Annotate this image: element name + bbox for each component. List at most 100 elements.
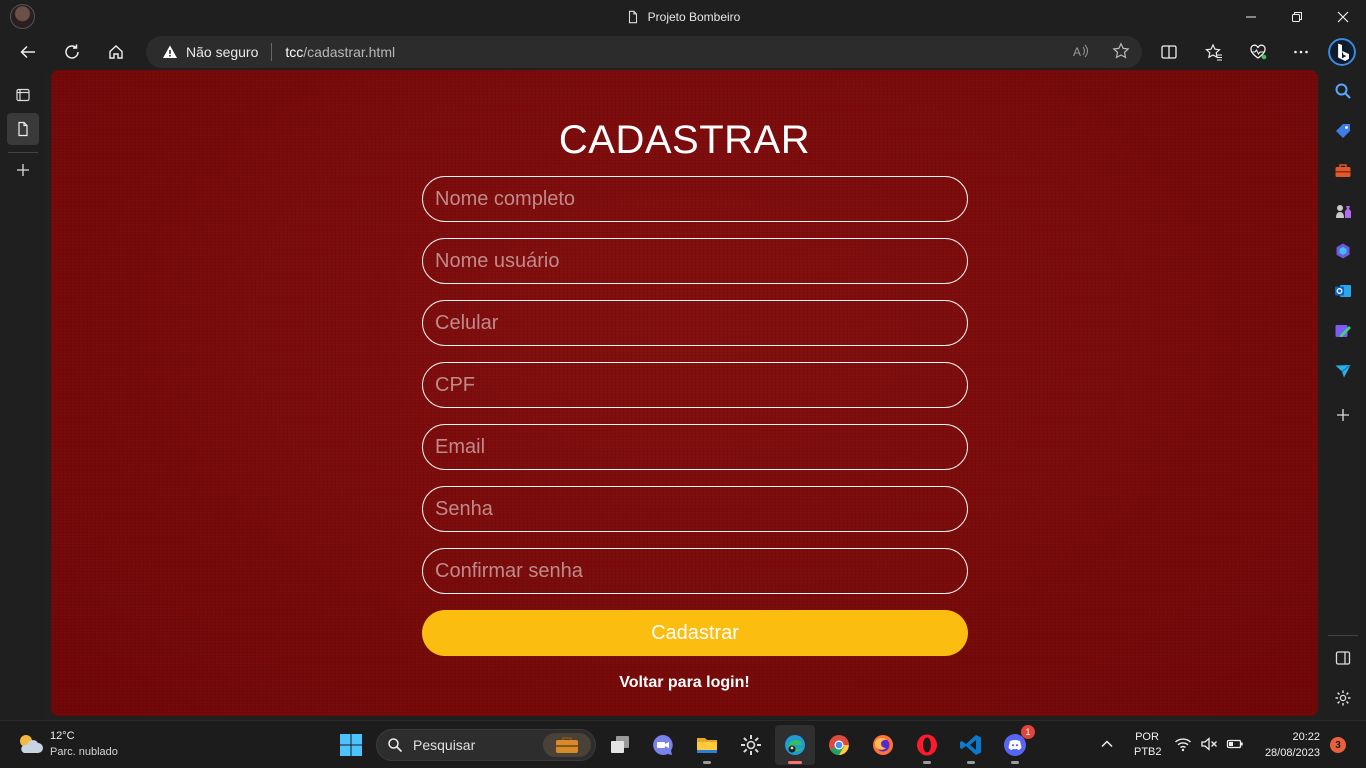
more-dots-icon <box>1294 50 1308 54</box>
tag-icon <box>1336 124 1350 138</box>
celular-input[interactable] <box>422 300 968 346</box>
weather-description[interactable]: Parc. nublado <box>50 746 118 758</box>
language-indicator[interactable]: POR PTB2 <box>1134 730 1162 760</box>
search-icon <box>388 738 403 753</box>
firefox-app[interactable] <box>863 725 903 765</box>
refresh-button[interactable] <box>56 36 88 68</box>
search-placeholder: Pesquisar <box>413 737 476 753</box>
clock-time: 20:22 <box>1292 731 1320 743</box>
search-highlight[interactable] <box>543 733 591 757</box>
file-explorer-app[interactable] <box>687 725 727 765</box>
read-aloud-icon[interactable]: A <box>1072 42 1090 60</box>
window-title-area: Projeto Bombeiro <box>0 0 1366 34</box>
warning-icon[interactable] <box>162 44 178 60</box>
home-button[interactable] <box>100 36 132 68</box>
edge-app[interactable] <box>775 725 815 765</box>
opera-icon <box>917 734 937 756</box>
minimize-icon <box>1246 16 1256 18</box>
edge-browser-icon <box>785 735 805 755</box>
folder-icon <box>697 738 717 753</box>
nome-completo-input[interactable] <box>422 176 968 222</box>
nome-usuario-input[interactable] <box>422 238 968 284</box>
chrome-app[interactable] <box>819 725 859 765</box>
cadastrar-button[interactable]: Cadastrar <box>422 610 968 656</box>
cadastro-page: CADASTRAR Cadastrar Voltar para login! <box>51 70 1318 716</box>
sidebar-divider <box>1328 635 1358 636</box>
restore-icon <box>1292 12 1302 22</box>
restore-button[interactable] <box>1274 0 1320 34</box>
briefcase-icon <box>556 737 578 753</box>
taskbar-search[interactable]: Pesquisar <box>376 729 596 761</box>
address-actions: A <box>1072 42 1130 60</box>
start-button[interactable] <box>331 725 371 765</box>
microsoft365-icon <box>1336 243 1350 259</box>
heart-pulse-icon <box>1250 44 1267 60</box>
chevron-up-icon[interactable] <box>1098 735 1116 753</box>
discord-app[interactable]: 1 <box>995 725 1035 765</box>
url-host[interactable]: tcc <box>285 44 303 60</box>
cpf-input[interactable] <box>422 362 968 408</box>
sidebar-shopping-button[interactable] <box>1331 119 1355 143</box>
senha-input[interactable] <box>422 486 968 532</box>
more-options-button[interactable] <box>1285 36 1317 68</box>
tab-actions-button[interactable] <box>7 79 39 111</box>
gear-icon <box>1335 690 1351 706</box>
tab-projeto-bombeiro[interactable] <box>7 113 39 145</box>
settings-app[interactable] <box>731 725 771 765</box>
sidebar-games-button[interactable] <box>1331 199 1355 223</box>
taskview-button[interactable] <box>600 725 640 765</box>
notification-badge[interactable]: 3 <box>1330 737 1346 753</box>
battery-icon[interactable] <box>1226 735 1244 753</box>
teams-chat-app[interactable] <box>643 725 683 765</box>
sidebar-panel-icon <box>1335 651 1351 665</box>
favorites-button[interactable] <box>1198 36 1230 68</box>
confirmar-senha-input[interactable] <box>422 548 968 594</box>
sidebar-divider <box>8 152 38 153</box>
sidebar-designer-button[interactable] <box>1331 319 1355 343</box>
voltar-login-link[interactable]: Voltar para login! <box>51 674 1318 692</box>
sidebar-tools-button[interactable] <box>1331 159 1355 183</box>
address-bar[interactable]: Não seguro tcc/cadastrar.html A <box>146 36 1142 68</box>
sidebar-outlook-button[interactable] <box>1331 279 1355 303</box>
window-title: Projeto Bombeiro <box>647 10 741 24</box>
sidebar-settings-button[interactable] <box>1331 686 1355 710</box>
url-path[interactable]: /cadastrar.html <box>303 44 395 60</box>
paper-plane-icon <box>1335 364 1351 378</box>
weather-temperature[interactable]: 12°C <box>50 730 75 742</box>
arrow-left-icon <box>20 45 35 59</box>
volume-muted-icon[interactable] <box>1200 735 1218 753</box>
outlook-icon <box>1335 285 1351 297</box>
new-tab-button[interactable] <box>7 154 39 186</box>
split-screen-icon <box>1161 45 1177 59</box>
split-screen-button[interactable] <box>1153 36 1185 68</box>
clock[interactable]: 20:22 28/08/2023 <box>1252 729 1320 761</box>
sidebar-add-button[interactable] <box>1331 403 1355 427</box>
back-button[interactable] <box>12 36 44 68</box>
sidebar-drop-button[interactable] <box>1331 359 1355 383</box>
minimize-button[interactable] <box>1228 0 1274 34</box>
title-bar: Projeto Bombeiro <box>0 0 1366 34</box>
close-button[interactable] <box>1320 0 1366 34</box>
favorites-icon <box>1205 43 1222 61</box>
vscode-app[interactable] <box>951 725 991 765</box>
partly-cloudy-icon[interactable] <box>16 731 44 757</box>
sidebar-search-button[interactable] <box>1331 79 1355 103</box>
page-icon <box>628 10 637 24</box>
keyboard-layout: PTB2 <box>1134 746 1162 758</box>
email-input[interactable] <box>422 424 968 470</box>
hide-sidebar-button[interactable] <box>1331 646 1355 670</box>
address-divider <box>271 43 273 61</box>
search-icon <box>1335 83 1351 99</box>
wifi-icon[interactable] <box>1174 735 1192 753</box>
bing-copilot-button[interactable] <box>1326 36 1358 68</box>
sidebar-microsoft365-button[interactable] <box>1331 239 1355 263</box>
favorite-star-icon[interactable] <box>1112 42 1130 60</box>
security-label[interactable]: Não seguro <box>186 44 258 60</box>
running-indicator <box>923 761 931 764</box>
opera-app[interactable] <box>907 725 947 765</box>
system-tray[interactable] <box>1174 735 1244 753</box>
close-icon <box>1337 11 1349 23</box>
windows-taskbar: 12°C Parc. nublado Pesquisar 1 POR PTB2 … <box>0 720 1366 768</box>
home-icon <box>109 45 123 59</box>
browser-essentials-button[interactable] <box>1242 36 1274 68</box>
